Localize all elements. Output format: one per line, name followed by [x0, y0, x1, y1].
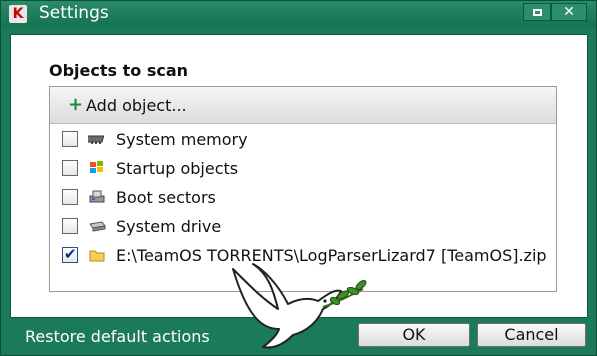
close-icon: ✕: [563, 4, 575, 20]
checkbox[interactable]: [62, 160, 78, 176]
checkbox[interactable]: [62, 218, 78, 234]
section-title: Objects to scan: [49, 61, 189, 80]
close-button[interactable]: ✕: [551, 3, 587, 21]
list-item-system-memory[interactable]: System memory: [50, 125, 556, 154]
list-item-startup-objects[interactable]: Startup objects: [50, 154, 556, 183]
maximize-button[interactable]: [523, 3, 551, 21]
title-bar[interactable]: K Settings ✕: [1, 1, 596, 27]
windows-logo-icon: [90, 161, 103, 173]
window-title: Settings: [39, 3, 109, 23]
restore-default-actions-link[interactable]: Restore default actions: [25, 327, 210, 346]
list-item-system-drive[interactable]: System drive: [50, 212, 556, 241]
plus-icon: +: [68, 94, 84, 115]
checkbox[interactable]: [62, 189, 78, 205]
item-label: System memory: [116, 130, 248, 149]
settings-window: K Settings ✕ Objects to scan + Add objec…: [0, 0, 597, 356]
checkmark-icon: ✔: [64, 245, 77, 263]
kaspersky-app-icon: K: [9, 5, 27, 23]
item-label: System drive: [116, 217, 222, 236]
folder-icon: [89, 250, 105, 262]
item-label: Boot sectors: [116, 188, 216, 207]
dove-with-olive-branch-image: [232, 263, 367, 349]
memory-chip-icon: [88, 135, 105, 144]
add-object-button[interactable]: + Add object...: [50, 87, 556, 124]
ok-button[interactable]: OK: [358, 323, 470, 347]
cancel-button[interactable]: Cancel: [477, 323, 586, 347]
disk-drive-icon: [89, 190, 105, 203]
checkbox-checked[interactable]: ✔: [62, 245, 78, 263]
add-object-label: Add object...: [86, 96, 187, 115]
checkbox[interactable]: [62, 131, 78, 147]
item-label: Startup objects: [116, 159, 239, 178]
hard-drive-icon: [89, 221, 106, 232]
list-item-boot-sectors[interactable]: Boot sectors: [50, 183, 556, 212]
maximize-icon: [532, 9, 542, 16]
